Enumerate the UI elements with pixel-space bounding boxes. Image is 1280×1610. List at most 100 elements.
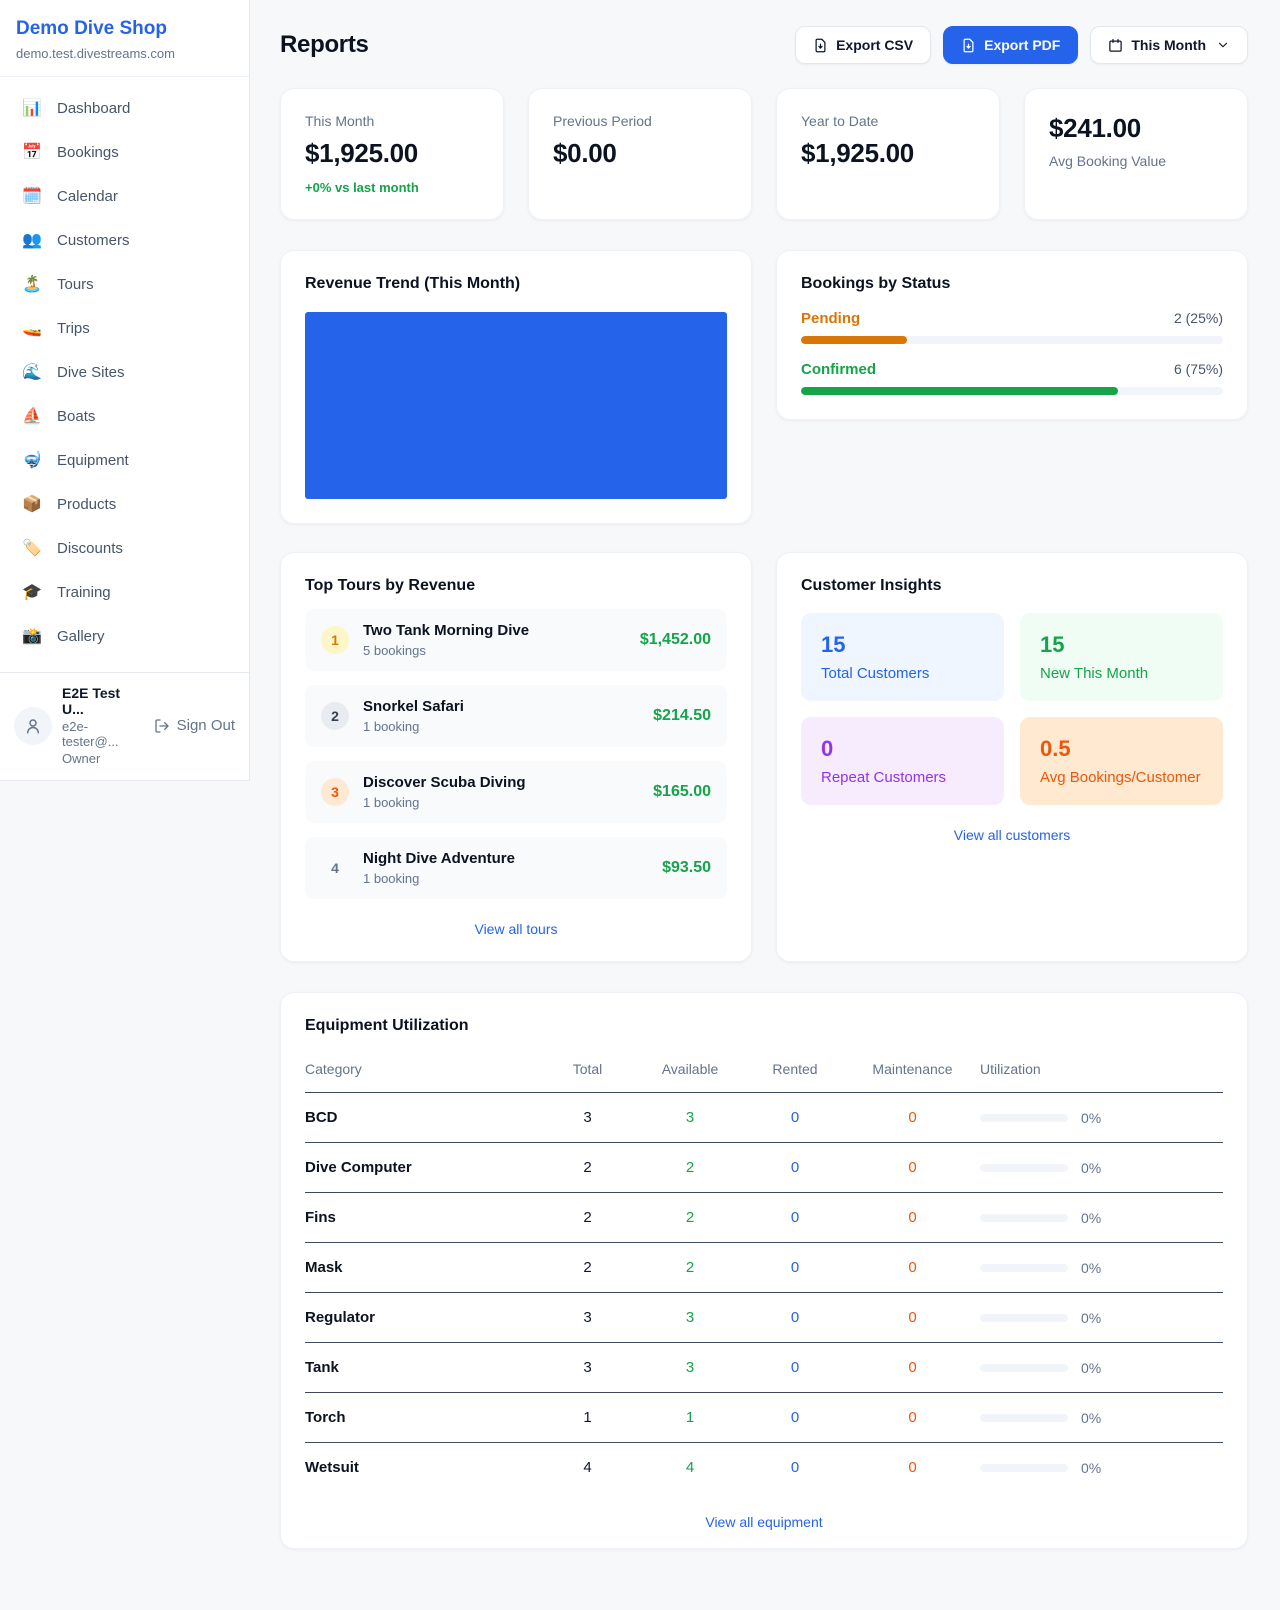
user-email: e2e-tester@... — [62, 719, 144, 749]
insight-value: 0 — [821, 736, 984, 762]
user-section: E2E Test U... e2e-tester@... Owner Sign … — [0, 672, 249, 780]
cell-maintenance: 0 — [845, 1343, 980, 1393]
utilization-percent: 0% — [1081, 1160, 1101, 1176]
cell-utilization: 0% — [980, 1193, 1223, 1243]
insight-value: 0.5 — [1040, 736, 1203, 762]
tour-revenue: $1,452.00 — [640, 631, 711, 649]
status-count: 6 (75%) — [1174, 361, 1223, 377]
sidebar-item-discounts[interactable]: 🏷️ Discounts — [8, 531, 241, 566]
insight-value: 15 — [1040, 632, 1203, 658]
cell-available: 1 — [635, 1393, 745, 1443]
sidebar-item-gallery[interactable]: 📸 Gallery — [8, 619, 241, 654]
cell-category: Mask — [305, 1243, 540, 1293]
graduation-cap-icon: 🎓 — [22, 585, 42, 601]
table-row: Mask 2 2 0 0 0% — [305, 1243, 1223, 1293]
cell-rented: 0 — [745, 1293, 845, 1343]
insight-tile-total-customers: 15 Total Customers — [801, 613, 1004, 701]
cell-total: 3 — [540, 1343, 635, 1393]
sidebar-item-tours[interactable]: 🏝️ Tours — [8, 267, 241, 302]
stat-value: $1,925.00 — [801, 138, 975, 169]
insight-label: New This Month — [1040, 665, 1203, 682]
stat-card-year-to-date: Year to Date $1,925.00 — [776, 88, 1000, 220]
cell-maintenance: 0 — [845, 1243, 980, 1293]
sidebar-item-equipment[interactable]: 🤿 Equipment — [8, 443, 241, 478]
cell-total: 2 — [540, 1143, 635, 1193]
cell-rented: 0 — [745, 1243, 845, 1293]
tour-name: Discover Scuba Diving — [363, 774, 526, 791]
sidebar-item-trips[interactable]: 🚤 Trips — [8, 311, 241, 346]
sidebar-item-label: Equipment — [57, 452, 129, 469]
status-label: Pending — [801, 310, 860, 327]
tour-info: Discover Scuba Diving 1 booking — [363, 774, 526, 810]
cell-category: Fins — [305, 1193, 540, 1243]
period-label: This Month — [1131, 37, 1206, 53]
view-all-customers-link[interactable]: View all customers — [801, 827, 1223, 843]
tour-bookings: 1 booking — [363, 871, 515, 886]
person-icon — [24, 717, 42, 735]
chevron-down-icon — [1216, 38, 1230, 52]
header-actions: Export CSV Export PDF This Month — [795, 26, 1248, 64]
column-header-rented: Rented — [745, 1049, 845, 1093]
revenue-trend-chart — [305, 312, 727, 499]
sidebar-item-calendar[interactable]: 🗓️ Calendar — [8, 179, 241, 214]
file-download-icon — [961, 38, 976, 53]
stat-value: $241.00 — [1049, 113, 1223, 144]
user-info: E2E Test U... e2e-tester@... Owner — [62, 685, 144, 766]
tour-name: Night Dive Adventure — [363, 850, 515, 867]
export-csv-button[interactable]: Export CSV — [795, 26, 931, 64]
tour-bookings: 1 booking — [363, 795, 526, 810]
export-csv-label: Export CSV — [836, 37, 913, 53]
stat-card-avg-booking-value: $241.00 Avg Booking Value — [1024, 88, 1248, 220]
tour-row: 1 Two Tank Morning Dive 5 bookings $1,45… — [305, 609, 727, 671]
insight-tile-avg-bookings: 0.5 Avg Bookings/Customer — [1020, 717, 1223, 805]
column-header-total: Total — [540, 1049, 635, 1093]
column-header-category: Category — [305, 1049, 540, 1093]
period-dropdown[interactable]: This Month — [1090, 26, 1248, 64]
stat-label: Avg Booking Value — [1049, 153, 1223, 169]
tours-insights-row: Top Tours by Revenue 1 Two Tank Morning … — [280, 552, 1248, 962]
table-header-row: Category Total Available Rented Maintena… — [305, 1049, 1223, 1093]
table-row: BCD 3 3 0 0 0% — [305, 1093, 1223, 1143]
sidebar-item-label: Bookings — [57, 144, 119, 161]
stat-delta: +0% vs last month — [305, 180, 479, 195]
island-icon: 🏝️ — [22, 277, 42, 293]
view-all-tours-link[interactable]: View all tours — [305, 921, 727, 937]
cell-available: 2 — [635, 1143, 745, 1193]
calendar-17-icon: 📅 — [22, 145, 42, 161]
sidebar-item-customers[interactable]: 👥 Customers — [8, 223, 241, 258]
sidebar-item-pos[interactable]: 💳 POS — [8, 663, 241, 672]
utilization-percent: 0% — [1081, 1310, 1101, 1326]
cell-available: 3 — [635, 1093, 745, 1143]
equipment-table: Category Total Available Rented Maintena… — [305, 1049, 1223, 1492]
bookings-by-status-title: Bookings by Status — [801, 275, 1223, 293]
sidebar-item-dive-sites[interactable]: 🌊 Dive Sites — [8, 355, 241, 390]
export-pdf-button[interactable]: Export PDF — [943, 26, 1078, 64]
speedboat-icon: 🚤 — [22, 321, 42, 337]
tour-row: 2 Snorkel Safari 1 booking $214.50 — [305, 685, 727, 747]
utilization-percent: 0% — [1081, 1110, 1101, 1126]
sidebar-item-label: Training — [57, 584, 111, 601]
sidebar-item-training[interactable]: 🎓 Training — [8, 575, 241, 610]
cell-available: 2 — [635, 1243, 745, 1293]
cell-rented: 0 — [745, 1193, 845, 1243]
status-progress-track — [801, 387, 1223, 395]
tour-info: Snorkel Safari 1 booking — [363, 698, 464, 734]
cell-utilization: 0% — [980, 1243, 1223, 1293]
view-all-equipment-link[interactable]: View all equipment — [305, 1514, 1223, 1530]
bookings-by-status-card: Bookings by Status Pending 2 (25%) Confi… — [776, 250, 1248, 420]
insight-tile-new-this-month: 15 New This Month — [1020, 613, 1223, 701]
sidebar-item-products[interactable]: 📦 Products — [8, 487, 241, 522]
cell-utilization: 0% — [980, 1093, 1223, 1143]
logout-icon — [154, 718, 170, 734]
insight-label: Repeat Customers — [821, 769, 984, 786]
sidebar-item-dashboard[interactable]: 📊 Dashboard — [8, 91, 241, 126]
cell-total: 3 — [540, 1293, 635, 1343]
tour-revenue: $214.50 — [653, 707, 711, 725]
utilization-percent: 0% — [1081, 1360, 1101, 1376]
sidebar-item-bookings[interactable]: 📅 Bookings — [8, 135, 241, 170]
stat-value: $1,925.00 — [305, 138, 479, 169]
utilization-track — [980, 1464, 1068, 1472]
sidebar-item-boats[interactable]: ⛵ Boats — [8, 399, 241, 434]
sign-out-button[interactable]: Sign Out — [154, 717, 235, 734]
utilization-track — [980, 1114, 1068, 1122]
